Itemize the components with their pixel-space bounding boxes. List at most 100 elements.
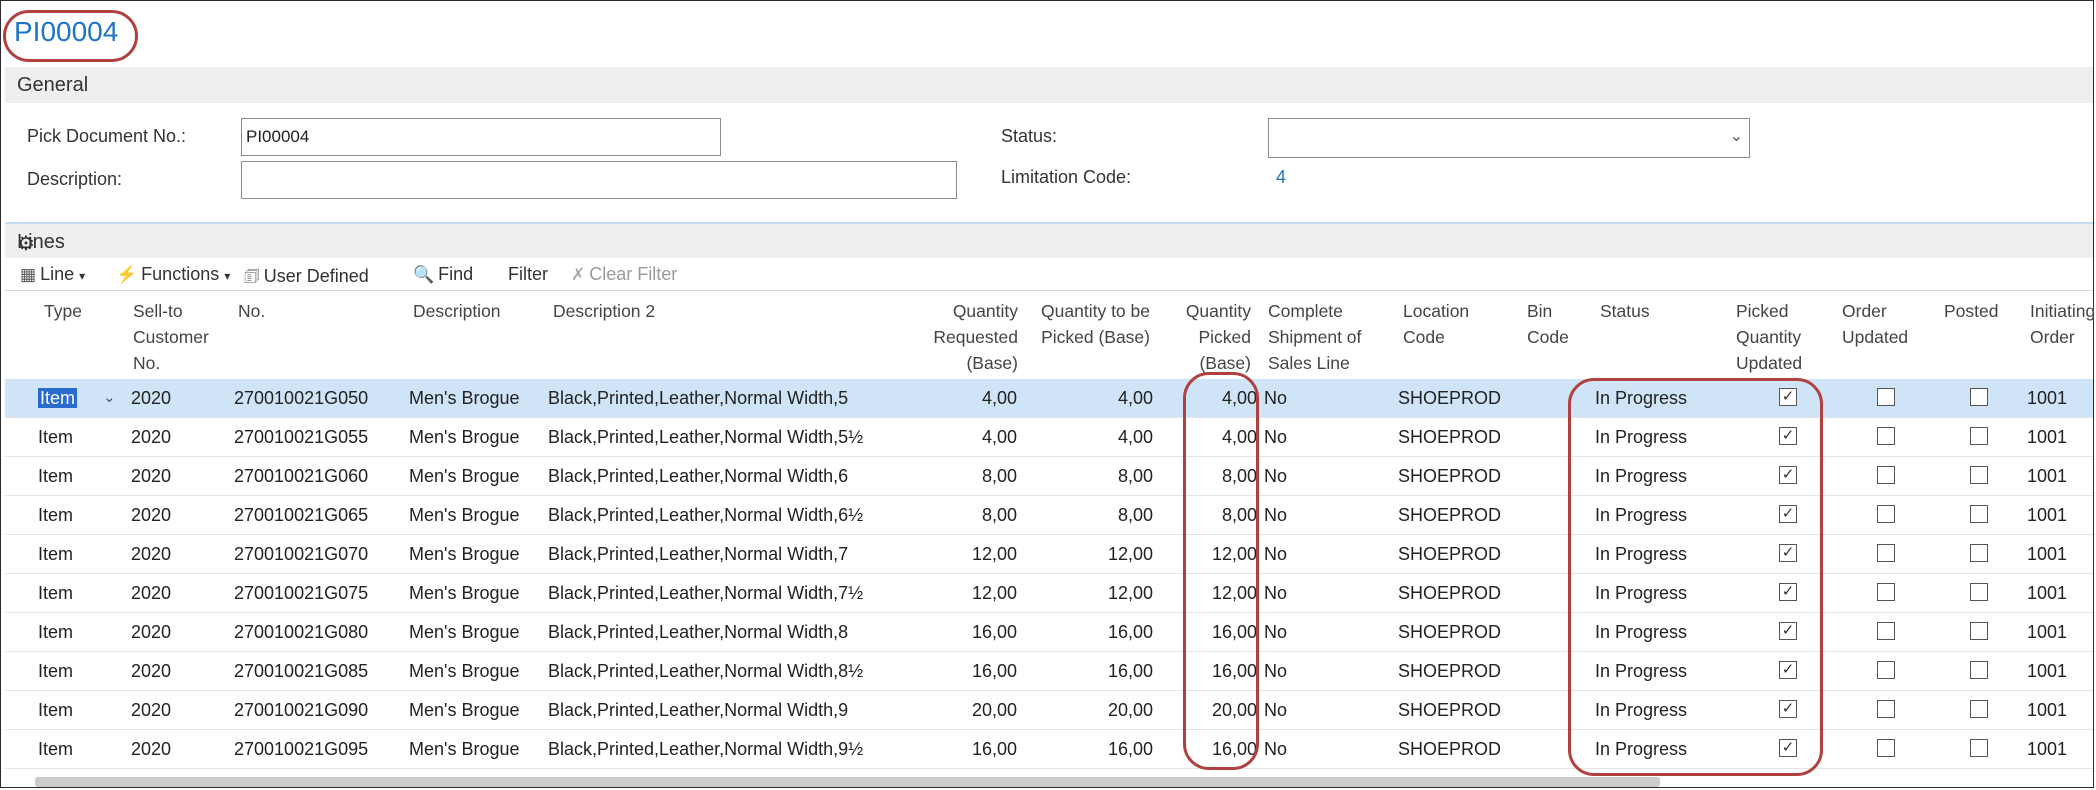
checkbox-posted[interactable] (1970, 544, 1988, 562)
checkbox-order-updated[interactable] (1877, 622, 1895, 640)
chevron-down-icon[interactable]: ⌄ (103, 379, 116, 417)
cell-sell-to[interactable]: 2020 (131, 730, 171, 768)
cell-type-value: Item (38, 388, 78, 408)
cell-no[interactable]: 270010021G080 (234, 613, 368, 651)
cell-description: Men's Brogue (409, 505, 520, 525)
cell-sell-to[interactable]: 2020 (131, 457, 171, 495)
cell-no[interactable]: 270010021G070 (234, 535, 368, 573)
cell-no[interactable]: 270010021G075 (234, 574, 368, 612)
header-type[interactable]: Type (44, 298, 82, 324)
cell-qty-requested: 4,00 (981, 388, 1017, 408)
cell-type[interactable]: Item (38, 457, 73, 495)
line-menu-button[interactable]: ▦ Line ▾ (20, 264, 85, 285)
header-order-updated[interactable]: Order Updated (1842, 298, 1927, 350)
cell-complete-shipment: No (1264, 583, 1288, 603)
cell-sell-to[interactable]: 2020 (131, 574, 171, 612)
cell-description: Men's Brogue (409, 622, 520, 642)
cell-sell-to[interactable]: 2020 (131, 535, 171, 573)
checkbox-posted[interactable] (1970, 505, 1988, 523)
header-no[interactable]: No. (238, 298, 265, 324)
header-initiating-order-no[interactable]: Initiating Order No. (2030, 298, 2094, 350)
header-picked-quantity-updated[interactable]: Picked Quantity Updated (1736, 298, 1824, 376)
cell-type[interactable]: Item (38, 574, 73, 612)
header-sell-to-customer-no[interactable]: Sell-to Customer No. (133, 298, 223, 376)
cell-type[interactable]: Item (38, 613, 73, 651)
cell-sell-to[interactable]: 2020 (131, 418, 171, 456)
cell-type[interactable]: Item (38, 418, 73, 456)
checkbox-order-updated[interactable] (1877, 466, 1895, 484)
cell-type-value: Item (38, 544, 74, 564)
checkbox-order-updated[interactable] (1877, 739, 1895, 757)
checkbox-order-updated[interactable] (1877, 544, 1895, 562)
cell-no[interactable]: 270010021G050 (234, 379, 368, 417)
general-section-header[interactable]: General (5, 67, 2093, 103)
cell-initiating-order: 1001 (2027, 544, 2068, 564)
chevron-down-icon: ⌄ (1729, 128, 1743, 145)
clear-filter-button[interactable]: ✗ Clear Filter (571, 264, 677, 285)
description-input[interactable] (241, 161, 957, 199)
header-bin-code[interactable]: Bin Code (1527, 298, 1582, 350)
cell-description2: Black,Printed,Leather,Normal Width,5 (548, 388, 849, 408)
header-location-code[interactable]: Location Code (1403, 298, 1493, 350)
checkbox-order-updated[interactable] (1877, 661, 1895, 679)
checkbox-posted[interactable] (1970, 427, 1988, 445)
limitation-code-value[interactable]: 4 (1276, 167, 1286, 188)
filter-button[interactable]: Filter (508, 264, 548, 285)
checkbox-order-updated[interactable] (1877, 505, 1895, 523)
header-description[interactable]: Description (413, 298, 501, 324)
cell-type[interactable]: Item (38, 691, 73, 729)
header-complete-shipment[interactable]: Complete Shipment of Sales Line (1268, 298, 1388, 376)
cell-type[interactable]: Item (38, 496, 73, 534)
checkbox-order-updated[interactable] (1877, 388, 1895, 406)
cell-sell-to[interactable]: 2020 (131, 379, 171, 417)
horizontal-scrollbar[interactable] (35, 777, 1660, 787)
caret-down-icon: ▾ (224, 269, 231, 283)
checkbox-posted[interactable] (1970, 661, 1988, 679)
header-quantity-to-be-picked[interactable]: Quantity to be Picked (Base) (1035, 298, 1150, 350)
header-status[interactable]: Status (1600, 298, 1650, 324)
gear-icon[interactable]: ⚙ (17, 231, 2079, 256)
cell-location: SHOEPROD (1398, 700, 1502, 720)
checkbox-posted[interactable] (1970, 388, 1988, 406)
cell-sell-to[interactable]: 2020 (131, 691, 171, 729)
cell-sell-to[interactable]: 2020 (131, 652, 171, 690)
cell-no[interactable]: 270010021G055 (234, 418, 368, 456)
header-posted[interactable]: Posted (1944, 298, 1998, 324)
find-button[interactable]: 🔍 Find (413, 264, 473, 285)
cell-type[interactable]: Item (38, 535, 73, 573)
cell-type[interactable]: Item (38, 730, 73, 768)
user-defined-button[interactable]: 🗊 User Defined (244, 264, 369, 293)
cell-no[interactable]: 270010021G090 (234, 691, 368, 729)
cell-initiating-order: 1001 (2027, 622, 2068, 642)
header-quantity-requested[interactable]: Quantity Requested (Base) (905, 298, 1018, 376)
status-select[interactable]: ⌄ (1268, 118, 1750, 158)
cell-type[interactable]: Item (38, 379, 78, 417)
cell-sell-to[interactable]: 2020 (131, 496, 171, 534)
cell-sell-to[interactable]: 2020 (131, 613, 171, 651)
header-description-2[interactable]: Description 2 (553, 298, 655, 324)
cell-type-value: Item (38, 466, 74, 486)
cell-complete-shipment: No (1264, 427, 1288, 447)
checkbox-order-updated[interactable] (1877, 583, 1895, 601)
cell-description: Men's Brogue (409, 583, 520, 603)
header-quantity-picked[interactable]: Quantity Picked (Base) (1163, 298, 1251, 376)
cell-no[interactable]: 270010021G065 (234, 496, 368, 534)
checkbox-posted[interactable] (1970, 700, 1988, 718)
cell-no[interactable]: 270010021G060 (234, 457, 368, 495)
pick-document-input[interactable]: PI00004 (241, 118, 721, 156)
checkbox-posted[interactable] (1970, 583, 1988, 601)
cell-complete-shipment: No (1264, 700, 1288, 720)
cell-no[interactable]: 270010021G085 (234, 652, 368, 690)
lines-section-header[interactable]: Lines ⚙ (5, 222, 2093, 258)
cell-qty-requested: 20,00 (971, 700, 1017, 720)
checkbox-order-updated[interactable] (1877, 700, 1895, 718)
functions-menu-button[interactable]: ⚡ Functions ▾ (116, 264, 230, 285)
cell-location: SHOEPROD (1398, 739, 1502, 759)
cell-type[interactable]: Item (38, 652, 73, 690)
cell-description2: Black,Printed,Leather,Normal Width,8 (548, 622, 849, 642)
checkbox-posted[interactable] (1970, 466, 1988, 484)
checkbox-posted[interactable] (1970, 622, 1988, 640)
cell-no[interactable]: 270010021G095 (234, 730, 368, 768)
checkbox-order-updated[interactable] (1877, 427, 1895, 445)
checkbox-posted[interactable] (1970, 739, 1988, 757)
